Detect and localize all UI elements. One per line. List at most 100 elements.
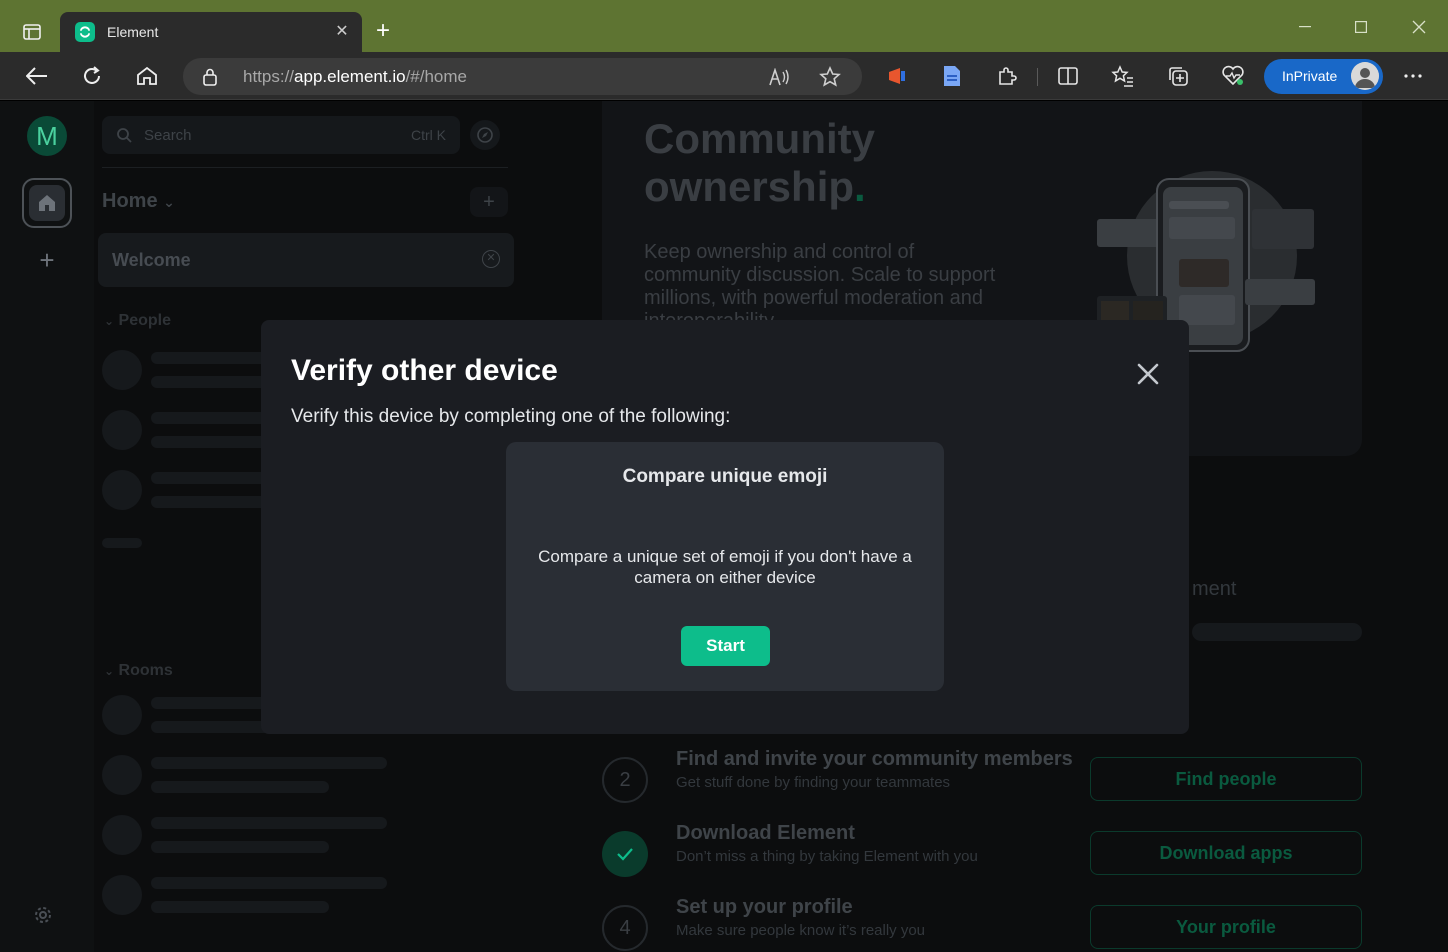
verify-device-dialog: Verify other device Verify this device b… xyxy=(261,320,1189,734)
search-placeholder: Search xyxy=(144,127,192,144)
close-icon[interactable] xyxy=(1134,360,1162,388)
check-icon xyxy=(602,831,648,877)
url-text[interactable]: https://app.element.io/#/home xyxy=(243,67,467,87)
task-number: 2 xyxy=(602,757,648,803)
room-search[interactable]: Search Ctrl K xyxy=(102,116,460,154)
hero-title: Community ownership. xyxy=(644,115,1064,211)
people-section-label: People xyxy=(118,312,171,329)
split-screen-icon[interactable] xyxy=(1054,62,1082,90)
hero-title-text: Community ownership xyxy=(644,115,875,210)
skeleton-line xyxy=(151,721,271,733)
card-description: Compare a unique set of emoji if you don… xyxy=(538,547,912,587)
skeleton-line xyxy=(151,496,271,508)
create-space-icon[interactable]: + xyxy=(34,247,60,273)
toolbar-divider xyxy=(1037,68,1038,86)
emoji-verification-card: Compare unique emoji Compare a unique se… xyxy=(506,442,944,691)
download-apps-button[interactable]: Download apps xyxy=(1090,831,1362,875)
search-icon xyxy=(117,128,132,143)
card-title: Compare unique emoji xyxy=(622,466,828,487)
home-label: Home xyxy=(102,190,158,212)
task-subtitle: Don’t miss a thing by taking Element wit… xyxy=(676,848,978,865)
tab-title: Element xyxy=(107,24,159,40)
tab-close-icon[interactable]: ✕ xyxy=(332,22,352,42)
skeleton-line xyxy=(151,781,329,793)
chevron-down-icon: ⌄ xyxy=(104,314,115,328)
find-people-button[interactable]: Find people xyxy=(1090,757,1362,801)
room-list-divider xyxy=(102,167,508,168)
inprivate-profile-button[interactable]: InPrivate xyxy=(1264,59,1383,94)
skeleton-avatar xyxy=(102,755,142,795)
dialog-title: Verify other device xyxy=(291,354,558,387)
start-button[interactable]: Start xyxy=(681,626,770,666)
skeleton-avatar xyxy=(102,410,142,450)
skeleton-avatar xyxy=(102,470,142,510)
tab-actions-icon[interactable] xyxy=(14,18,50,46)
skeleton-line xyxy=(151,412,271,424)
rooms-section-header[interactable]: ⌄ Rooms xyxy=(104,662,173,680)
skeleton-line xyxy=(151,841,329,853)
space-panel: M + xyxy=(0,101,94,952)
hero-title-dot: . xyxy=(854,163,866,210)
address-bar[interactable]: https://app.element.io/#/home xyxy=(183,58,862,95)
skeleton-line xyxy=(151,376,271,388)
browser-tab[interactable]: Element ✕ xyxy=(60,12,362,52)
refresh-icon[interactable] xyxy=(78,62,106,90)
progress-skeleton xyxy=(1192,623,1362,641)
favorite-star-icon[interactable] xyxy=(819,66,841,88)
maximize-icon[interactable] xyxy=(1346,14,1376,40)
welcome-room-item[interactable]: Welcome ✕ xyxy=(98,233,514,287)
home-icon[interactable] xyxy=(133,62,161,90)
task-title: Find and invite your community members xyxy=(676,748,1073,770)
element-logo-icon xyxy=(75,22,95,42)
lock-icon[interactable] xyxy=(203,68,217,91)
skeleton-avatar xyxy=(102,875,142,915)
chevron-down-icon: ⌄ xyxy=(104,664,115,678)
extension-document-icon[interactable] xyxy=(938,62,966,90)
skeleton-line xyxy=(151,436,271,448)
skeleton-line xyxy=(151,877,387,889)
favorites-icon[interactable] xyxy=(1109,62,1137,90)
back-icon[interactable] xyxy=(23,62,51,90)
skeleton-line xyxy=(151,697,271,709)
inprivate-label: InPrivate xyxy=(1282,68,1338,84)
home-header[interactable]: Home ⌄ xyxy=(102,190,175,213)
partial-heading: ment xyxy=(1192,578,1237,600)
task-title: Download Element xyxy=(676,822,855,844)
collections-icon[interactable] xyxy=(1164,62,1192,90)
profile-avatar xyxy=(1351,62,1379,90)
rooms-section-label: Rooms xyxy=(118,662,173,679)
url-scheme: https:// xyxy=(243,67,295,86)
window-close-icon[interactable] xyxy=(1404,14,1434,40)
new-tab-icon[interactable]: + xyxy=(370,18,396,44)
skeleton-avatar xyxy=(102,350,142,390)
quick-settings-icon[interactable] xyxy=(33,905,57,929)
home-space-button[interactable] xyxy=(22,178,72,228)
task-subtitle: Make sure people know it’s really you xyxy=(676,922,926,939)
welcome-room-label: Welcome xyxy=(112,250,191,270)
skeleton-avatar xyxy=(102,695,142,735)
browser-essentials-icon[interactable] xyxy=(1219,62,1247,90)
url-host: app.element.io xyxy=(294,67,406,86)
task-subtitle: Get stuff done by finding your teammates xyxy=(676,774,951,791)
minimize-icon[interactable] xyxy=(1290,14,1320,40)
skeleton-line xyxy=(151,901,329,913)
search-shortcut: Ctrl K xyxy=(411,127,446,143)
extension-orange-icon[interactable] xyxy=(883,62,911,90)
add-room-button[interactable]: + xyxy=(470,187,508,217)
skeleton-line xyxy=(151,472,271,484)
browser-tab-bar: Element ✕ + xyxy=(0,0,1448,52)
skeleton-line xyxy=(151,352,271,364)
dialog-subtitle: Verify this device by completing one of … xyxy=(291,406,731,427)
browser-toolbar: https://app.element.io/#/home InPrivate xyxy=(0,52,1448,100)
skeleton-avatar xyxy=(102,815,142,855)
people-section-header[interactable]: ⌄ People xyxy=(104,312,171,330)
your-profile-button[interactable]: Your profile xyxy=(1090,905,1362,949)
close-circle-icon[interactable]: ✕ xyxy=(482,250,500,268)
more-menu-icon[interactable] xyxy=(1399,62,1427,90)
home-space-icon xyxy=(39,195,55,211)
extensions-puzzle-icon[interactable] xyxy=(993,62,1021,90)
read-aloud-icon[interactable] xyxy=(769,66,791,88)
user-avatar[interactable]: M xyxy=(27,116,67,156)
chevron-down-icon: ⌄ xyxy=(163,194,175,210)
explore-rooms-icon[interactable] xyxy=(470,120,500,150)
